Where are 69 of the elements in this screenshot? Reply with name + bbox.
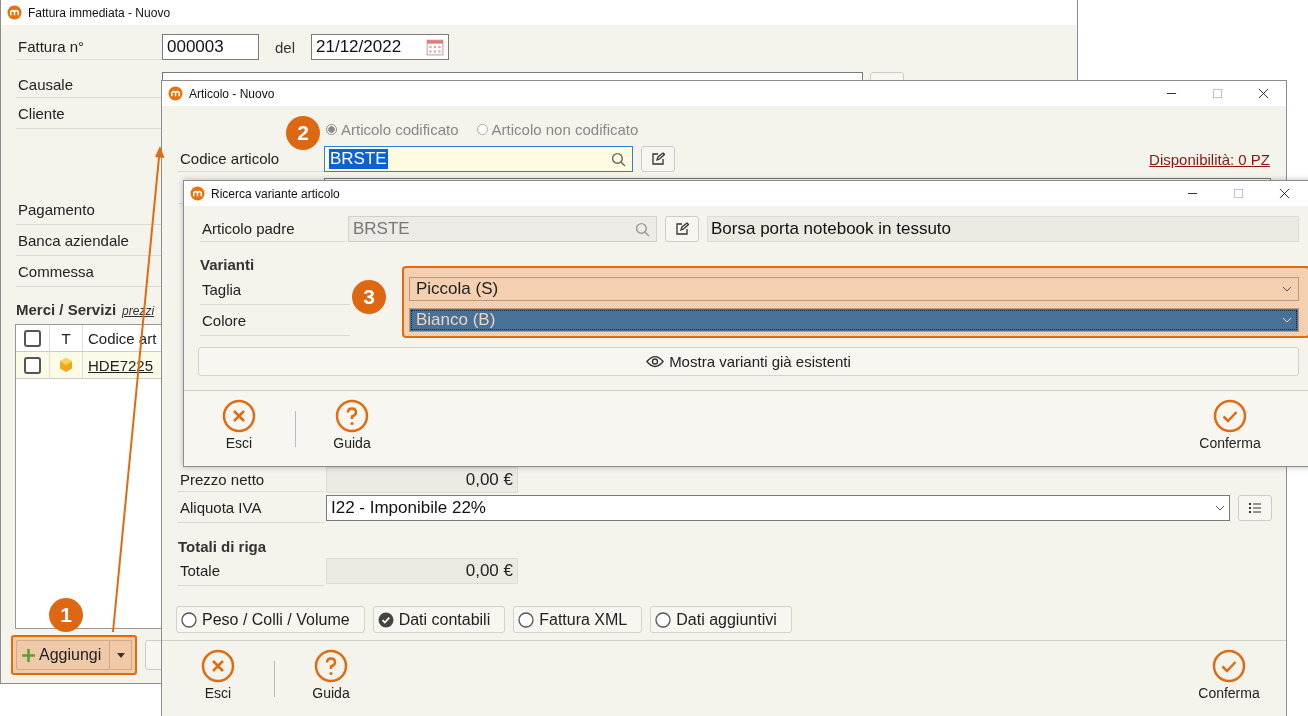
date-field[interactable]: 21/12/2022 <box>311 34 450 60</box>
action-button[interactable]: Esci <box>178 649 258 701</box>
variant-select[interactable]: Bianco (B) <box>409 308 1299 332</box>
check-circle-icon <box>377 611 394 628</box>
tab-button[interactable]: Fattura XML <box>513 606 643 633</box>
window-title: Ricerca variante articolo <box>211 186 340 201</box>
logo-icon <box>7 5 22 20</box>
search-icon[interactable] <box>611 152 626 167</box>
edit-button[interactable] <box>641 146 675 172</box>
tab-button[interactable]: Peso / Colli / Volume <box>176 606 365 633</box>
tab-button[interactable]: Dati aggiuntivi <box>650 606 792 633</box>
chevron-icon <box>1282 286 1292 292</box>
action-button[interactable]: Esci <box>199 399 279 451</box>
checkbox[interactable] <box>24 356 41 374</box>
edit-icon <box>651 152 665 166</box>
section-title: Totali di riga <box>178 537 268 555</box>
description-field: Borsa porta notebook in tessuto <box>707 216 1299 242</box>
section-title: Varianti <box>200 254 256 274</box>
check-circle-icon <box>1213 399 1247 433</box>
logo-icon <box>168 86 183 101</box>
tab-button[interactable]: Dati contabili <box>372 606 506 633</box>
variant-select[interactable]: Piccola (S) <box>409 277 1299 301</box>
article-code-field[interactable]: BRSTE <box>324 146 633 172</box>
check-circle-icon <box>1212 649 1246 683</box>
add-button[interactable]: Aggiungi <box>16 640 111 670</box>
chevron-icon <box>1215 504 1225 511</box>
action-button[interactable]: Guida <box>291 649 371 701</box>
field-label: Taglia <box>200 274 350 305</box>
checkbox[interactable] <box>24 329 41 347</box>
total-field: 0,00 € <box>326 557 518 584</box>
caret-icon <box>116 652 125 658</box>
dropdown-button[interactable] <box>110 640 133 670</box>
action-button[interactable]: Guida <box>312 399 392 451</box>
section-title: Merci / Servizi <box>16 301 117 318</box>
help-icon <box>335 399 369 433</box>
field-label: del <box>275 38 296 56</box>
action-button[interactable]: Conferma <box>1180 399 1280 451</box>
close-icon <box>201 649 235 683</box>
list-button[interactable] <box>1238 494 1272 521</box>
help-icon <box>314 649 348 683</box>
radio-icon <box>655 611 672 628</box>
cube-icon <box>58 357 74 373</box>
action-button[interactable]: Conferma <box>1179 649 1279 701</box>
eye-icon <box>646 355 665 368</box>
close-icon <box>222 399 256 433</box>
field-label: Totale <box>178 555 324 586</box>
logo-icon <box>190 186 205 201</box>
radio-icon <box>518 611 535 628</box>
list-icon <box>1248 500 1262 515</box>
field-label: Prezzo netto <box>178 468 324 492</box>
calendar-icon[interactable] <box>426 38 445 56</box>
edit-icon <box>675 222 689 236</box>
field-label: Aliquota IVA <box>178 492 324 523</box>
radio-icon <box>181 611 197 628</box>
field-label: Colore <box>200 305 350 336</box>
show-variants-button[interactable]: Mostra varianti già esistenti <box>198 347 1299 376</box>
vat-select[interactable]: I22 - Imponibile 22% <box>326 494 1230 521</box>
net-price-field: 0,00 € <box>326 467 518 493</box>
parent-code-field[interactable]: BRSTE <box>348 216 657 242</box>
column-header: T <box>50 325 83 351</box>
availability-link[interactable]: Disponibilità: 0 PZ <box>1149 150 1270 168</box>
window-title: Fattura immediata - Nuovo <box>28 5 171 20</box>
edit-button[interactable] <box>665 216 699 242</box>
field-label: Articolo padre <box>200 216 346 242</box>
invoice-number-field[interactable]: 000003 <box>162 34 259 60</box>
window-title: Articolo - Nuovo <box>189 86 275 101</box>
plus-icon <box>21 647 36 663</box>
chevron-icon <box>1282 317 1292 323</box>
search-icon[interactable] <box>635 222 650 237</box>
